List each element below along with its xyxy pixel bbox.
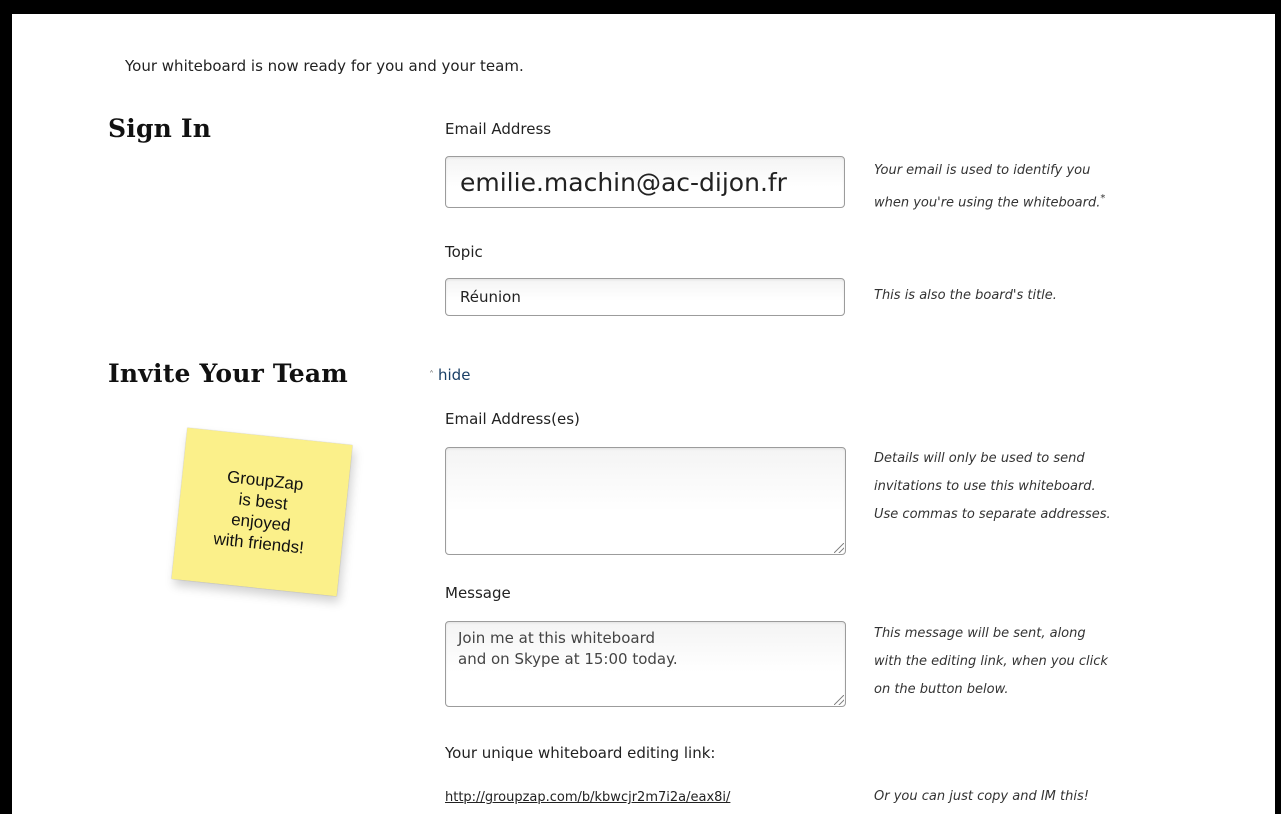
intro-text: Your whiteboard is now ready for you and…	[125, 57, 524, 75]
topic-label: Topic	[445, 243, 483, 261]
resize-grip-icon[interactable]	[834, 695, 844, 705]
email-hint-mark: *	[1100, 193, 1106, 204]
topic-field[interactable]	[445, 278, 845, 316]
sticky-note-text: GroupZap is best enjoyed with friends!	[212, 465, 311, 558]
message-hint: This message will be sent, along with th…	[874, 620, 1108, 704]
invite-team-heading: Invite Your Team	[108, 359, 348, 388]
emails-hint-line: Details will only be used to send	[874, 451, 1085, 466]
message-label: Message	[445, 584, 511, 602]
topic-hint: This is also the board's title.	[874, 288, 1057, 303]
email-hint-line2: when you're using the whiteboard.*	[874, 185, 1105, 217]
emails-hint-line: Use commas to separate addresses.	[874, 507, 1111, 522]
editing-link-label: Your unique whiteboard editing link:	[445, 744, 716, 762]
emails-label: Email Address(es)	[445, 410, 580, 428]
emails-hint: Details will only be used to send invita…	[874, 445, 1111, 529]
message-hint-line: on the button below.	[874, 682, 1009, 697]
sign-in-heading: Sign In	[108, 114, 212, 143]
chevron-up-icon: ˄	[429, 370, 434, 381]
message-hint-line: This message will be sent, along	[874, 626, 1086, 641]
email-hint-line1: Your email is used to identify you	[874, 163, 1091, 178]
message-hint-line: with the editing link, when you click	[874, 654, 1108, 669]
sticky-note: GroupZap is best enjoyed with friends!	[171, 427, 353, 597]
email-hint: Your email is used to identify you when …	[874, 157, 1105, 217]
hide-toggle-label: hide	[438, 366, 471, 384]
editing-link-url[interactable]: http://groupzap.com/b/kbwcjr2m7i2a/eax8i…	[445, 790, 730, 805]
editing-link-hint: Or you can just copy and IM this!	[874, 789, 1089, 804]
window-frame: Your whiteboard is now ready for you and…	[0, 0, 1281, 814]
invite-emails-textarea[interactable]	[445, 447, 846, 555]
hide-toggle-link[interactable]: ˄ hide	[429, 366, 470, 384]
email-field[interactable]	[445, 156, 845, 208]
email-hint-line2-text: when you're using the whiteboard.	[874, 195, 1101, 211]
emails-hint-line: invitations to use this whiteboard.	[874, 479, 1096, 494]
message-textarea[interactable]	[445, 621, 846, 707]
email-label: Email Address	[445, 120, 552, 138]
resize-grip-icon[interactable]	[834, 543, 844, 553]
